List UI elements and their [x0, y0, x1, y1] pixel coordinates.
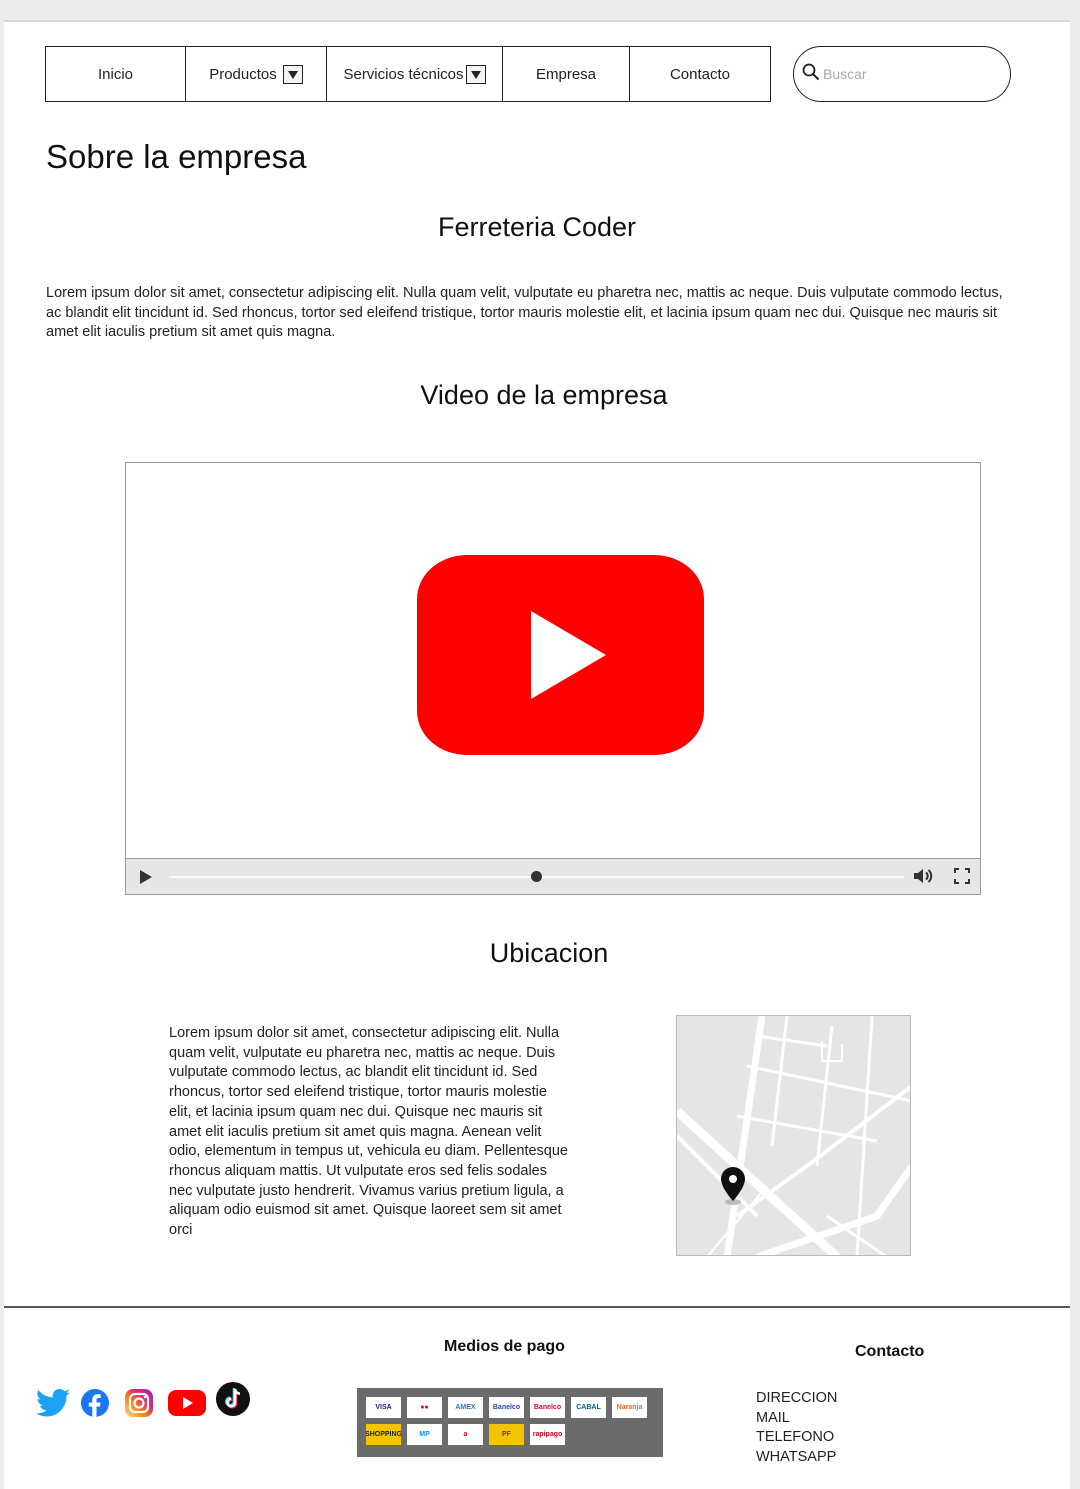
play-icon[interactable] — [140, 870, 152, 884]
company-name: Ferreteria Coder — [437, 212, 637, 242]
nav-item-contacto[interactable]: Contacto — [630, 47, 770, 101]
tiktok-icon[interactable] — [216, 1382, 250, 1421]
youtube-play-button[interactable] — [417, 555, 704, 755]
progress-knob[interactable] — [531, 871, 542, 882]
payment-card-logo: MP — [407, 1424, 442, 1445]
nav-label: Contacto — [669, 65, 731, 83]
nav-label: Inicio — [97, 65, 134, 83]
main-nav: Inicio Productos Servicios técnicos Empr… — [45, 46, 771, 102]
payment-card-logo: SHOPPING — [366, 1424, 401, 1445]
nav-label: Productos — [209, 65, 277, 83]
social-links — [36, 1382, 260, 1423]
play-icon — [531, 611, 606, 699]
location-heading: Ubicacion — [489, 938, 609, 968]
facebook-icon[interactable] — [80, 1388, 110, 1423]
footer-divider — [4, 1306, 1070, 1308]
payment-card-logo: AMEX — [448, 1397, 483, 1418]
nav-label: Empresa — [535, 65, 597, 83]
payment-card-logo: Banelco — [489, 1397, 524, 1418]
map-streets — [677, 1016, 910, 1255]
nav-item-empresa[interactable]: Empresa — [503, 47, 630, 101]
video-player[interactable] — [125, 462, 981, 895]
company-description: Lorem ipsum dolor sit amet, consectetur … — [46, 285, 1003, 341]
volume-icon[interactable] — [912, 865, 934, 892]
contact-item-telefono[interactable]: TELEFONO — [756, 1428, 837, 1448]
payment-card-logo: Banelco — [530, 1397, 565, 1418]
video-controls — [126, 858, 980, 894]
contact-item-direccion[interactable]: DIRECCION — [756, 1389, 837, 1409]
payment-card-logo: Naranja — [612, 1397, 647, 1418]
search-icon — [802, 63, 820, 86]
nav-item-inicio[interactable]: Inicio — [46, 47, 186, 101]
contact-item-mail[interactable]: MAIL — [756, 1409, 837, 1429]
scrollbar-area — [1070, 20, 1080, 1489]
contact-item-whatsapp[interactable]: WHATSAPP — [756, 1448, 837, 1468]
payment-card-logo: PF — [489, 1424, 524, 1445]
fullscreen-icon[interactable] — [953, 867, 971, 890]
contact-list: DIRECCION MAIL TELEFONO WHATSAPP — [756, 1389, 837, 1468]
chevron-down-icon[interactable] — [465, 64, 486, 84]
payment-cards: VISA ●● AMEX Banelco Banelco CABAL Naranja SHOP… — [363, 1397, 657, 1451]
search-input[interactable] — [823, 66, 993, 82]
youtube-icon[interactable] — [168, 1389, 206, 1422]
page-title: Sobre la empresa — [46, 138, 307, 175]
payment-card-logo: ●● — [407, 1397, 442, 1418]
map-pin-icon — [721, 1167, 745, 1205]
payment-card-logo: CABAL — [571, 1397, 606, 1418]
nav-item-productos[interactable]: Productos — [186, 47, 327, 101]
payment-card-logo: a — [448, 1424, 483, 1445]
payment-card-logo: rapipago — [530, 1424, 565, 1445]
video-heading: Video de la empresa — [420, 380, 668, 410]
nav-label: Servicios técnicos — [343, 65, 464, 83]
location-map[interactable] — [676, 1015, 911, 1256]
chevron-down-icon[interactable] — [282, 64, 303, 84]
page: Inicio Productos Servicios técnicos Empr… — [4, 20, 1070, 1489]
payment-heading: Medios de pago — [444, 1338, 565, 1355]
payment-methods: VISA ●● AMEX Banelco Banelco CABAL Naranja SHOP… — [357, 1388, 663, 1457]
payment-card-logo: VISA — [366, 1397, 401, 1418]
nav-item-servicios[interactable]: Servicios técnicos — [327, 47, 503, 101]
search-box[interactable] — [793, 46, 1011, 102]
instagram-icon[interactable] — [124, 1388, 154, 1423]
contact-heading: Contacto — [855, 1343, 925, 1360]
location-text: Lorem ipsum dolor sit amet, consectetur … — [169, 1025, 568, 1239]
twitter-icon[interactable] — [36, 1388, 70, 1423]
